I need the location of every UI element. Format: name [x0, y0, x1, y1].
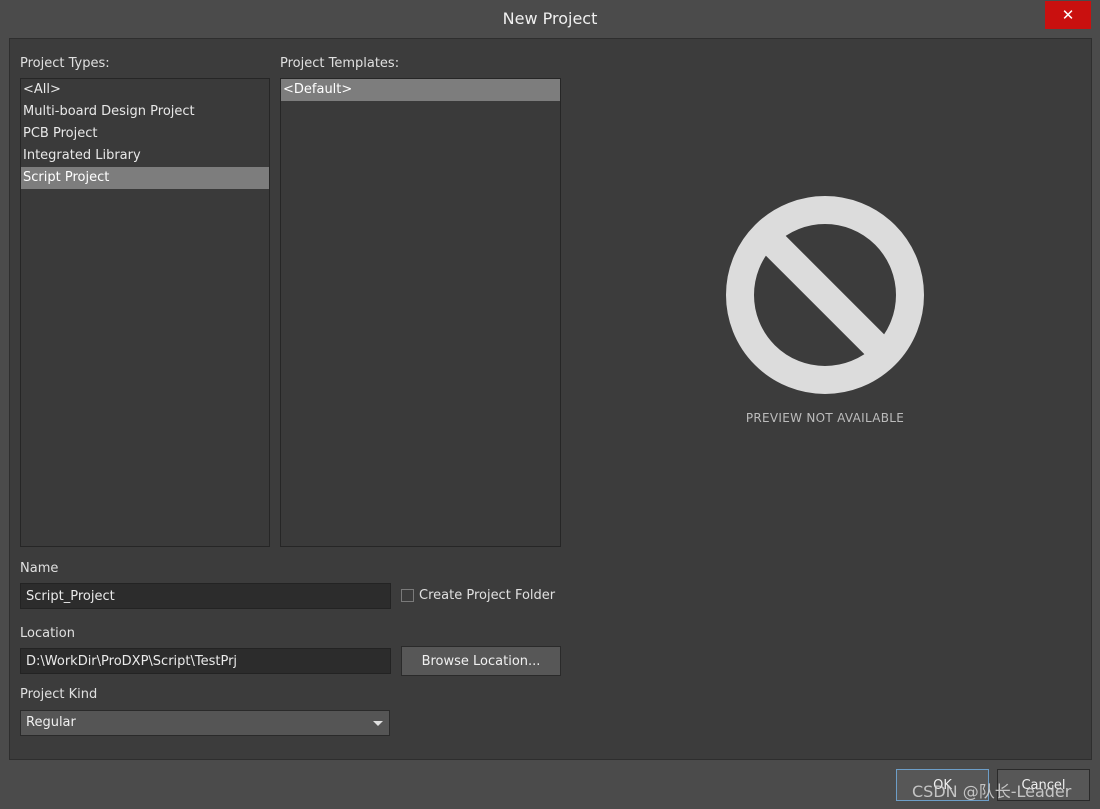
close-button[interactable]: ✕ — [1045, 1, 1091, 29]
project-types-list[interactable]: <All> Multi-board Design Project PCB Pro… — [20, 78, 270, 547]
dialog-panel: Project Types: <All> Multi-board Design … — [9, 38, 1092, 760]
create-project-folder-label[interactable]: Create Project Folder — [419, 588, 555, 603]
location-label: Location — [20, 626, 75, 641]
project-kind-select[interactable]: Regular — [20, 710, 390, 736]
create-project-folder-row[interactable]: Create Project Folder — [401, 588, 555, 603]
no-preview-icon — [725, 195, 925, 445]
location-input[interactable] — [20, 648, 391, 674]
list-item[interactable]: <Default> — [281, 79, 560, 101]
title-bar: New Project ✕ — [0, 0, 1100, 38]
project-kind-value: Regular — [26, 715, 76, 730]
create-project-folder-checkbox[interactable] — [401, 589, 414, 602]
close-icon: ✕ — [1061, 6, 1075, 24]
preview-not-available-text: PREVIEW NOT AVAILABLE — [745, 411, 905, 425]
project-kind-label: Project Kind — [20, 687, 98, 702]
list-item[interactable]: Script Project — [21, 167, 269, 189]
project-types-label: Project Types: — [20, 56, 110, 71]
list-item[interactable]: Multi-board Design Project — [21, 101, 269, 123]
list-item[interactable]: <All> — [21, 79, 269, 101]
list-item[interactable]: Integrated Library — [21, 145, 269, 167]
watermark-text: CSDN @队长-Leader — [912, 782, 1072, 801]
window-title: New Project — [502, 9, 598, 28]
project-templates-list[interactable]: <Default> — [280, 78, 561, 547]
project-templates-label: Project Templates: — [280, 56, 400, 71]
name-input[interactable] — [20, 583, 391, 609]
name-label: Name — [20, 561, 59, 576]
browse-location-button[interactable]: Browse Location... — [401, 646, 561, 676]
list-item[interactable]: PCB Project — [21, 123, 269, 145]
chevron-down-icon — [373, 721, 383, 726]
